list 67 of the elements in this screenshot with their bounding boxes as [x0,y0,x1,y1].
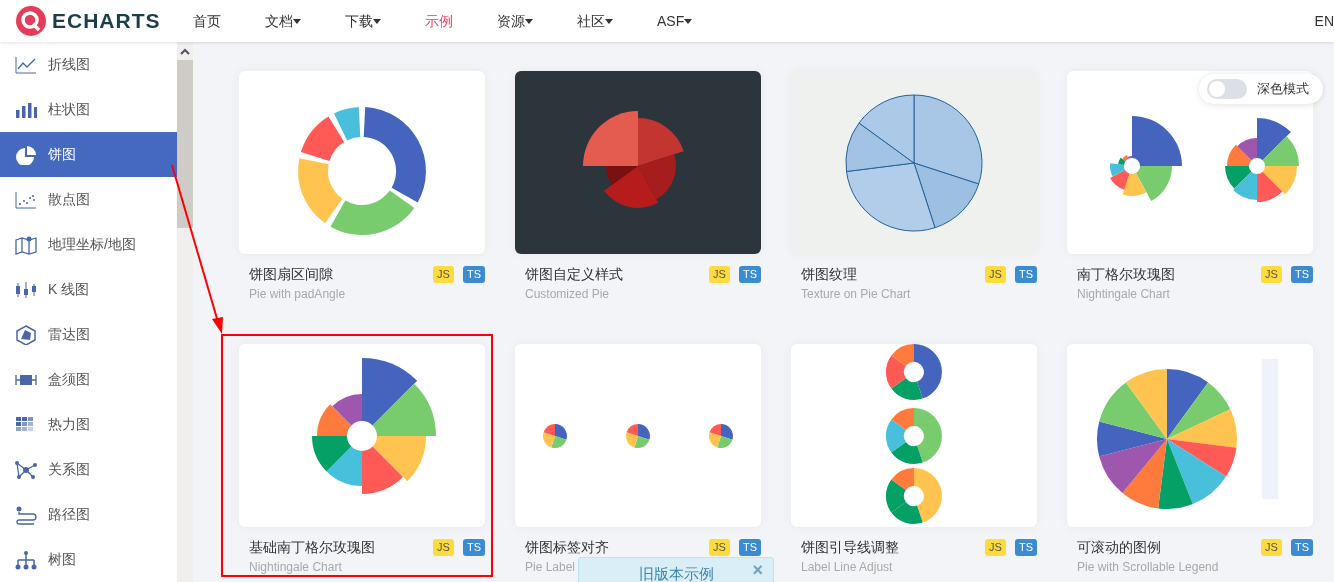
example-title[interactable]: 饼图扇区间隙 [249,263,425,285]
code-badge[interactable]: TS [462,538,485,556]
code-badge[interactable]: JS [1261,538,1282,556]
nav-link[interactable]: 示例 [425,10,453,32]
code-badge[interactable]: JS [985,538,1006,556]
code-badge[interactable]: JS [433,538,454,556]
example-subtitle: Label Line Adjust [800,560,893,575]
example-title[interactable]: 可滚动的图例 [1077,536,1253,558]
code-badge[interactable]: JS [433,265,454,283]
nav-link[interactable]: 下载 [345,10,381,32]
example-subtitle: Pie with padAngle [248,287,346,302]
lines-chart-icon [14,504,38,525]
radar-chart-icon [14,324,38,345]
example-title[interactable]: 饼图标签对齐 [525,536,701,558]
example-subtitle: Texture on Pie Chart [800,287,911,302]
language-link[interactable]: EN [1314,10,1334,32]
nav-link[interactable]: 文档 [265,10,301,32]
nav-link[interactable]: 首页 [193,10,221,32]
scatter-chart-icon [14,189,38,210]
example-title[interactable]: 基础南丁格尔玫瑰图 [249,536,425,558]
logo-text[interactable]: ECHARTS [52,5,161,37]
dark-mode-toggle[interactable]: 深色模式 [1199,74,1323,104]
example-subtitle: Customized Pie [524,287,610,302]
graph-chart-icon [14,459,38,480]
logo-icon [16,6,46,36]
nav-link[interactable]: 社区 [577,10,613,32]
nav-link[interactable]: ASF [657,10,693,32]
scrollbar[interactable] [177,42,193,582]
example-title[interactable]: 饼图纹理 [801,263,977,285]
code-badge[interactable]: TS [738,538,761,556]
scroll-up-icon[interactable] [180,48,190,55]
code-badge[interactable]: TS [462,265,485,283]
code-badge[interactable]: TS [1014,538,1037,556]
example-subtitle: Nightingale Chart [248,560,342,575]
nav-link[interactable]: 资源 [497,10,533,32]
example-subtitle: Nightingale Chart [1076,287,1170,302]
sidebar-item[interactable]: 关系图 [0,447,177,492]
code-badge[interactable]: JS [985,265,1006,283]
sidebar-item[interactable]: K 线图 [0,267,177,312]
sidebar-item[interactable]: 雷达图 [0,312,177,357]
sidebar-item[interactable]: 地理坐标/地图 [0,222,177,267]
scrollbar-thumb[interactable] [177,60,193,228]
sidebar-item[interactable]: 饼图 [0,132,177,177]
sidebar-item[interactable]: 树图 [0,537,177,582]
example-title[interactable]: 饼图自定义样式 [525,263,701,285]
code-badge[interactable]: JS [1261,265,1282,283]
map-chart-icon [14,234,38,255]
sidebar-item[interactable]: 柱状图 [0,87,177,132]
example-title[interactable]: 南丁格尔玫瑰图 [1077,263,1253,285]
example-title[interactable]: 饼图引导线调整 [801,536,977,558]
sidebar-item[interactable]: 散点图 [0,177,177,222]
tree-chart-icon [14,549,38,570]
code-badge[interactable]: JS [709,265,730,283]
sidebar-item[interactable]: 路径图 [0,492,177,537]
sidebar-item[interactable]: 折线图 [0,42,177,87]
pie-chart-icon [14,144,38,165]
code-badge[interactable]: TS [1290,265,1313,283]
example-subtitle: Pie Label [524,560,576,575]
candlestick-chart-icon [14,279,38,300]
code-badge[interactable]: JS [709,538,730,556]
sidebar-item[interactable]: 盒须图 [0,357,177,402]
line-chart-icon [14,54,38,75]
sidebar-item[interactable]: 热力图 [0,402,177,447]
code-badge[interactable]: TS [738,265,761,283]
code-badge[interactable]: TS [1014,265,1037,283]
code-badge[interactable]: TS [1290,538,1313,556]
example-subtitle: Pie with Scrollable Legend [1076,560,1219,575]
